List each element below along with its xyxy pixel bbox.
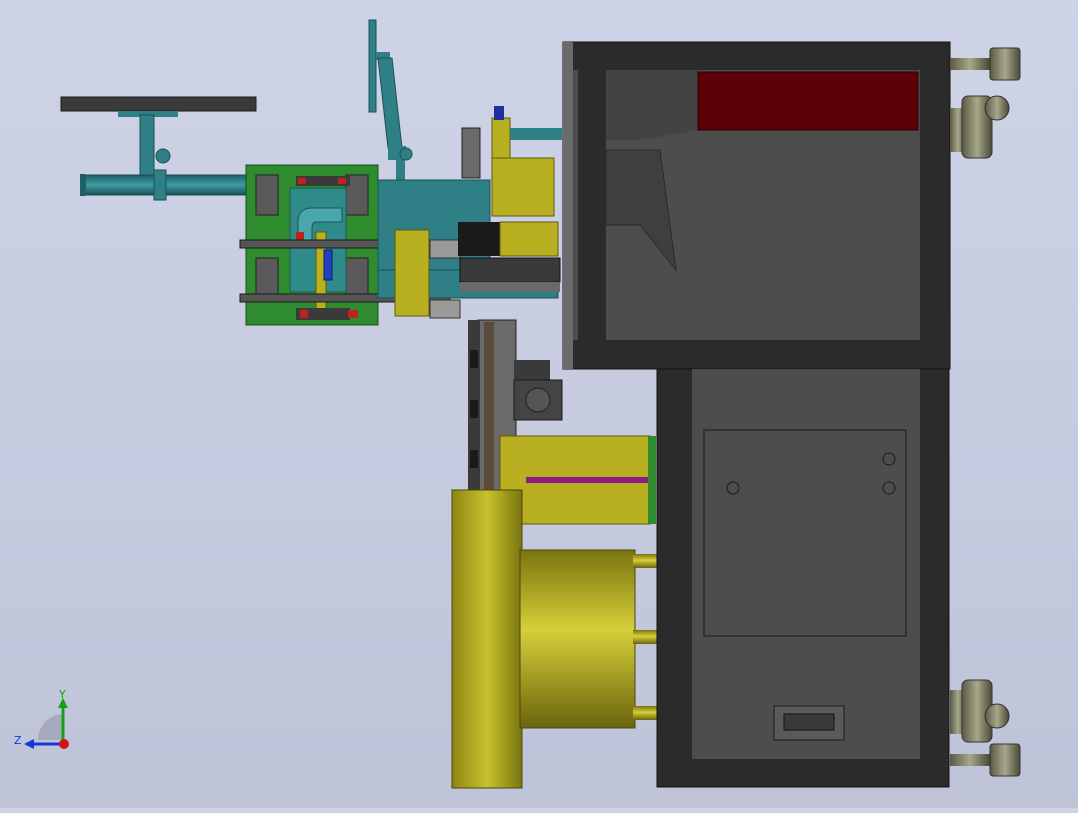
x-axis-arrow <box>59 739 69 749</box>
upper-cabinet[interactable] <box>562 41 951 370</box>
motor-block[interactable] <box>513 360 563 421</box>
y-axis-label: Y <box>58 688 66 701</box>
machine-assembly-model[interactable] <box>0 0 1078 808</box>
upper-left-support-arm[interactable] <box>60 96 257 201</box>
coordinate-triad: Y Z <box>10 688 80 754</box>
caster-upper-right[interactable] <box>950 95 1010 159</box>
reel-spool[interactable] <box>451 489 657 789</box>
lower-cabinet[interactable] <box>656 368 950 788</box>
foot-top-right[interactable] <box>950 47 1021 81</box>
vertical-mount-arm[interactable] <box>368 19 413 182</box>
caster-lower-right[interactable] <box>950 679 1010 743</box>
teal-body-housing[interactable] <box>377 106 562 319</box>
olive-feeder-box[interactable] <box>499 435 656 525</box>
z-axis-label: Z <box>14 734 22 747</box>
foot-bottom-right[interactable] <box>950 743 1021 777</box>
cad-viewport[interactable] <box>0 0 1078 808</box>
